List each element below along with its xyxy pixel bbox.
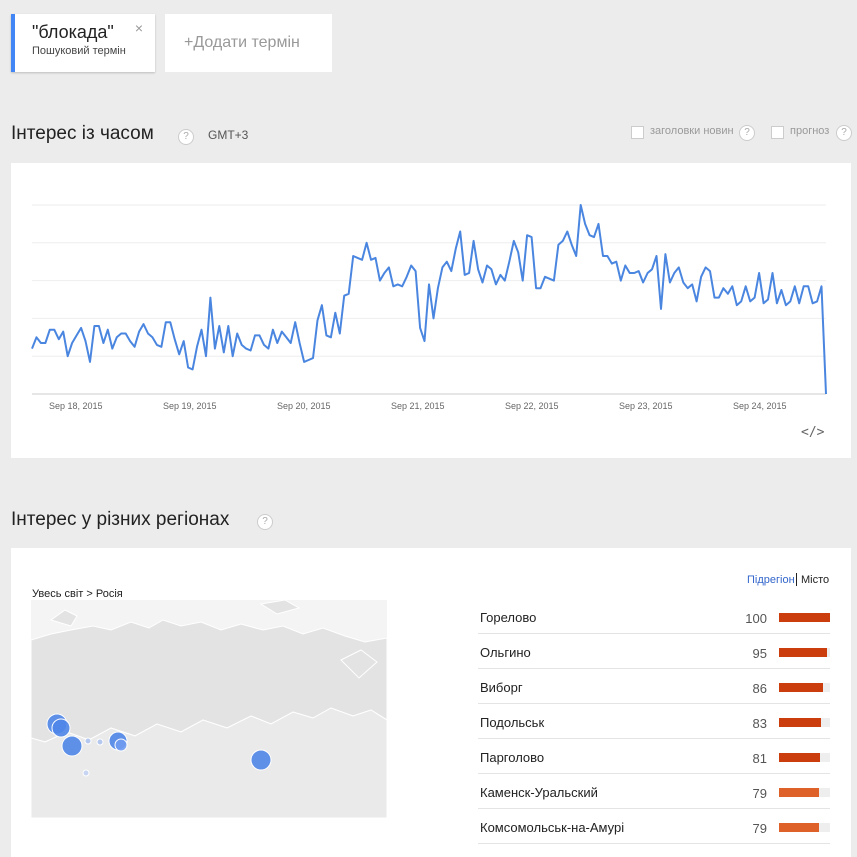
- breadcrumb[interactable]: Увесь світ > Росія: [32, 588, 123, 600]
- help-icon[interactable]: ?: [178, 129, 194, 145]
- region-bar-fill: [779, 718, 822, 727]
- interest-by-region-panel: Увесь світ > Росія Підрегіон Місто Горел…: [11, 548, 851, 857]
- region-bar-fill: [779, 753, 821, 762]
- region-bar-track: [779, 718, 830, 727]
- news-headlines-checkbox[interactable]: [631, 126, 644, 139]
- region-row[interactable]: Комсомольськ-на-Амурі 79: [478, 809, 830, 844]
- region-value: 81: [752, 751, 767, 766]
- region-name: Комсомольськ-на-Амурі: [480, 820, 625, 835]
- map-bubble[interactable]: [82, 769, 90, 777]
- map-bubble[interactable]: [250, 749, 272, 771]
- help-icon[interactable]: ?: [257, 514, 273, 530]
- region-row[interactable]: Подольськ 83: [478, 704, 830, 739]
- region-name: Каменск-Уральский: [480, 785, 598, 800]
- region-value: 83: [752, 716, 767, 731]
- region-row[interactable]: Горелово 100: [478, 599, 830, 634]
- map-bubble[interactable]: [84, 737, 92, 745]
- region-bar-track: [779, 683, 830, 692]
- map-bubble[interactable]: [114, 738, 128, 752]
- toggle-divider: [796, 573, 797, 586]
- region-row[interactable]: Ольгино 95: [478, 634, 830, 669]
- x-tick-label: Sep 22, 2015: [505, 401, 559, 411]
- help-icon[interactable]: ?: [836, 125, 852, 141]
- x-tick-label: Sep 24, 2015: [733, 401, 787, 411]
- region-value: 79: [752, 821, 767, 836]
- region-bar-fill: [779, 683, 823, 692]
- region-bar-track: [779, 613, 830, 622]
- region-name: Виборг: [480, 680, 523, 695]
- region-bar-track: [779, 823, 830, 832]
- map-bubble[interactable]: [51, 718, 71, 738]
- region-name: Подольськ: [480, 715, 545, 730]
- interest-by-region-title: Інтерес у різних регіонах: [11, 509, 230, 530]
- forecast-label: прогноз: [790, 125, 830, 137]
- x-tick-label: Sep 21, 2015: [391, 401, 445, 411]
- region-bar-track: [779, 648, 830, 657]
- region-bar-fill: [779, 613, 830, 622]
- interest-line-chart[interactable]: [11, 163, 851, 403]
- timezone-label: GMT+3: [208, 128, 249, 142]
- region-bar-fill: [779, 648, 828, 657]
- region-row[interactable]: Виборг 86: [478, 669, 830, 704]
- series-line[interactable]: [31, 204, 827, 395]
- search-term-name: "блокада": [32, 22, 114, 42]
- interest-over-time-panel: Sep 18, 2015 Sep 19, 2015 Sep 20, 2015 Sep …: [11, 163, 851, 458]
- region-value: 79: [752, 786, 767, 801]
- embed-code-icon[interactable]: </>: [801, 425, 824, 440]
- region-name: Парголово: [480, 750, 545, 765]
- map-bubble[interactable]: [96, 738, 104, 746]
- close-icon[interactable]: ×: [135, 20, 143, 36]
- add-term-button[interactable]: +Додати термін: [165, 14, 332, 72]
- region-value: 95: [752, 646, 767, 661]
- forecast-checkbox[interactable]: [771, 126, 784, 139]
- x-tick-label: Sep 23, 2015: [619, 401, 673, 411]
- region-name: Горелово: [480, 610, 537, 625]
- help-icon[interactable]: ?: [739, 125, 755, 141]
- region-bar-fill: [779, 823, 820, 832]
- city-toggle[interactable]: Місто: [801, 574, 829, 586]
- region-bar-track: [779, 753, 830, 762]
- region-row[interactable]: Парголово 81: [478, 739, 830, 774]
- add-term-label: +Додати термін: [184, 34, 300, 51]
- region-value: 86: [752, 681, 767, 696]
- region-value: 100: [745, 611, 767, 626]
- region-bar-track: [779, 788, 830, 797]
- region-bar-fill: [779, 788, 820, 797]
- x-tick-label: Sep 18, 2015: [49, 401, 103, 411]
- search-term-type: Пошуковий термін: [32, 45, 126, 57]
- region-name: Ольгино: [480, 645, 531, 660]
- interest-over-time-title: Інтерес із часом: [11, 123, 154, 144]
- subregion-toggle[interactable]: Підрегіон: [747, 574, 795, 586]
- x-tick-label: Sep 20, 2015: [277, 401, 331, 411]
- map-bubble[interactable]: [61, 735, 83, 757]
- region-row[interactable]: Каменск-Уральский 79: [478, 774, 830, 809]
- search-term-card[interactable]: "блокада" Пошуковий термін ×: [11, 14, 155, 72]
- news-headlines-label: заголовки новин: [650, 125, 734, 137]
- region-map[interactable]: [31, 600, 387, 818]
- x-tick-label: Sep 19, 2015: [163, 401, 217, 411]
